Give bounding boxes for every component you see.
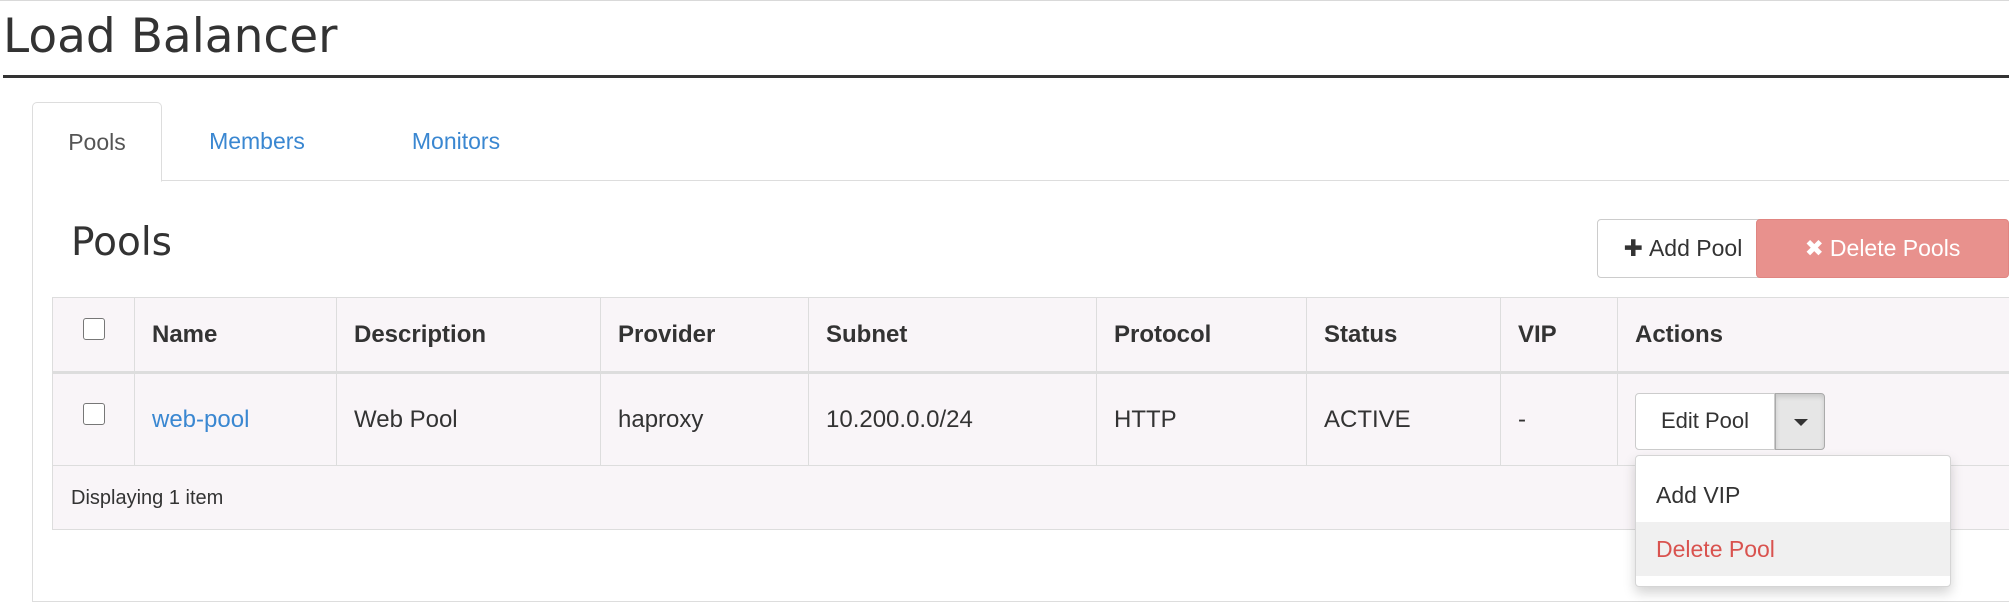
tab-bar: Pools Members Monitors (32, 102, 2009, 182)
delete-pools-label: Delete Pools (1829, 235, 1961, 261)
top-divider (0, 0, 2009, 1)
add-pool-label: Add Pool (1648, 235, 1743, 261)
page-header: Load Balancer (3, 8, 2009, 78)
page: Load Balancer Pools Members Monitors Poo… (0, 0, 2009, 602)
actions-dropdown-menu: Add VIP Delete Pool (1635, 455, 1951, 587)
column-header-name[interactable]: Name (135, 298, 337, 371)
tab-members[interactable]: Members (162, 102, 352, 182)
x-icon: ✖ (1804, 235, 1824, 261)
row-select-cell (53, 374, 135, 465)
pool-status: ACTIVE (1307, 374, 1501, 465)
delete-pools-button[interactable]: ✖ Delete Pools (1756, 219, 2009, 278)
column-header-subnet[interactable]: Subnet (809, 298, 1097, 371)
select-all-checkbox[interactable] (82, 317, 105, 340)
pool-name-cell: web-pool (135, 374, 337, 465)
pool-protocol: HTTP (1097, 374, 1307, 465)
plus-icon: ✚ (1623, 235, 1643, 261)
column-header-protocol[interactable]: Protocol (1097, 298, 1307, 371)
pool-description: Web Pool (337, 374, 601, 465)
tab-pools[interactable]: Pools (32, 102, 162, 182)
column-header-provider[interactable]: Provider (601, 298, 809, 371)
add-pool-button[interactable]: ✚ Add Pool (1597, 219, 1769, 278)
caret-down-icon (1794, 419, 1808, 426)
column-header-actions: Actions (1635, 320, 1724, 348)
row-checkbox[interactable] (82, 402, 105, 425)
tab-monitors[interactable]: Monitors (368, 102, 544, 182)
section-title: Pools (71, 220, 173, 265)
pool-vip: - (1501, 374, 1618, 465)
pool-provider: haproxy (601, 374, 809, 465)
column-header-description[interactable]: Description (337, 298, 601, 371)
column-header-vip[interactable]: VIP (1501, 298, 1618, 371)
menu-item-add-vip[interactable]: Add VIP (1636, 468, 1950, 522)
actions-dropdown-toggle[interactable] (1775, 393, 1825, 450)
page-title: Load Balancer (3, 9, 338, 64)
pool-name-link[interactable]: web-pool (152, 406, 249, 434)
table-header: Name Description Provider Subnet Protoco… (53, 298, 2009, 374)
select-all-cell (53, 298, 135, 371)
menu-item-delete-pool[interactable]: Delete Pool (1636, 522, 1950, 576)
edit-pool-button[interactable]: Edit Pool (1635, 393, 1775, 450)
row-actions-group: Edit Pool (1635, 393, 1825, 450)
column-header-status[interactable]: Status (1307, 298, 1501, 371)
pool-subnet: 10.200.0.0/24 (809, 374, 1097, 465)
